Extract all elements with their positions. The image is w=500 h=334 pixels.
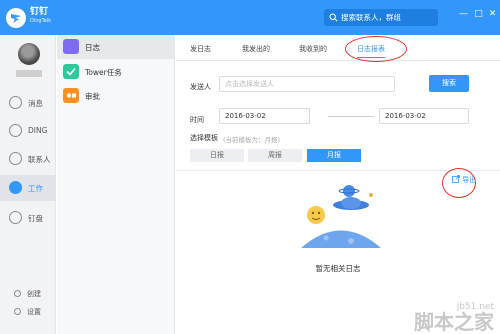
journal-tabs: 发日志 我发出的 我收到的 日志报表 (176, 35, 500, 61)
template-label: 选择模板 (190, 134, 218, 142)
settings-label: 设置 (27, 308, 41, 316)
app-name: 钉钉 (30, 7, 49, 17)
work-app-list: 日志 Tower任务 审批 (57, 35, 175, 334)
content-divider (176, 170, 500, 171)
app-item-journal[interactable]: 日志 (57, 35, 175, 59)
approval-icon (63, 88, 79, 103)
sender-label: 发送人 (190, 83, 211, 91)
nav-item-ding[interactable]: DING (0, 118, 56, 144)
search-button[interactable]: 搜索 (429, 75, 469, 92)
export-button[interactable]: 导出 (452, 175, 476, 187)
maximize-button[interactable]: □ (474, 9, 483, 19)
title-bar: 钉钉 DingTalk 搜索联系人，群组 — □ ✕ (0, 0, 500, 35)
template-weekly[interactable]: 周报 (248, 149, 302, 162)
tab-write-journal[interactable]: 发日志 (190, 44, 211, 54)
nav-item-messages[interactable]: 消息 (0, 90, 56, 116)
nav-label: 联系人 (28, 155, 51, 164)
empty-state-text: 暂无相关日志 (315, 264, 361, 273)
user-name-redacted (16, 70, 42, 77)
nav-item-work[interactable]: 工作 (0, 175, 56, 201)
minimize-button[interactable]: — (459, 9, 468, 19)
tab-received[interactable]: 我收到的 (299, 44, 327, 54)
nav-label: 钉盘 (28, 214, 43, 223)
settings-icon (14, 308, 21, 315)
cloud-drive-icon (9, 211, 22, 224)
app-label: 审批 (85, 92, 100, 101)
close-button[interactable]: ✕ (488, 9, 497, 19)
create-button[interactable]: 创建 (0, 288, 56, 300)
settings-button[interactable]: 设置 (0, 306, 56, 318)
journal-icon (63, 39, 79, 54)
left-nav-rail: 消息 DING 联系人 工作 钉盘 创建 设置 (0, 35, 56, 334)
journal-main: 发日志 我发出的 我收到的 日志报表 发送人 点击选择发送人 搜索 时间 201… (176, 35, 500, 334)
end-date-input[interactable]: 2016-03-02 (379, 108, 469, 124)
chat-icon (9, 96, 22, 109)
empty-state-illustration (301, 185, 381, 248)
watermark-brand: 脚本之家 (414, 310, 494, 334)
nav-label: DING (28, 126, 48, 135)
tab-journal-report[interactable]: 日志报表 (357, 44, 385, 58)
nav-label: 工作 (28, 184, 43, 193)
search-placeholder: 搜索联系人，群组 (341, 13, 401, 22)
sender-input[interactable]: 点击选择发送人 (219, 76, 395, 92)
template-monthly[interactable]: 月报 (307, 149, 361, 162)
search-input[interactable]: 搜索联系人，群组 (324, 9, 438, 26)
app-item-tower-tasks[interactable]: Tower任务 (57, 60, 175, 84)
contacts-icon (9, 152, 22, 165)
avatar[interactable] (18, 43, 40, 65)
nav-item-contacts[interactable]: 联系人 (0, 146, 56, 172)
ding-icon (9, 124, 22, 137)
date-range-separator (328, 116, 374, 117)
watermark: jb51.net 脚本之家 (414, 303, 494, 334)
time-label: 时间 (190, 116, 204, 124)
rocket-icon (9, 181, 22, 194)
tab-sent[interactable]: 我发出的 (242, 44, 270, 54)
template-hint: (当前模板为：月报) (223, 136, 281, 144)
search-icon (329, 13, 338, 22)
app-item-approval[interactable]: 审批 (57, 84, 175, 108)
start-date-input[interactable]: 2016-03-02 (219, 108, 310, 124)
create-label: 创建 (27, 290, 41, 298)
add-icon (14, 290, 21, 297)
nav-item-drive[interactable]: 钉盘 (0, 205, 56, 231)
check-icon (63, 64, 79, 79)
dingtalk-logo-icon (6, 8, 26, 28)
app-label: 日志 (85, 43, 100, 52)
app-brand: 钉钉 DingTalk (30, 8, 51, 24)
app-label: Tower任务 (85, 68, 122, 77)
app-subtitle: DingTalk (30, 18, 52, 24)
export-label: 导出 (462, 176, 477, 184)
export-icon (452, 175, 460, 183)
template-daily[interactable]: 日报 (190, 149, 244, 162)
nav-label: 消息 (28, 99, 43, 108)
